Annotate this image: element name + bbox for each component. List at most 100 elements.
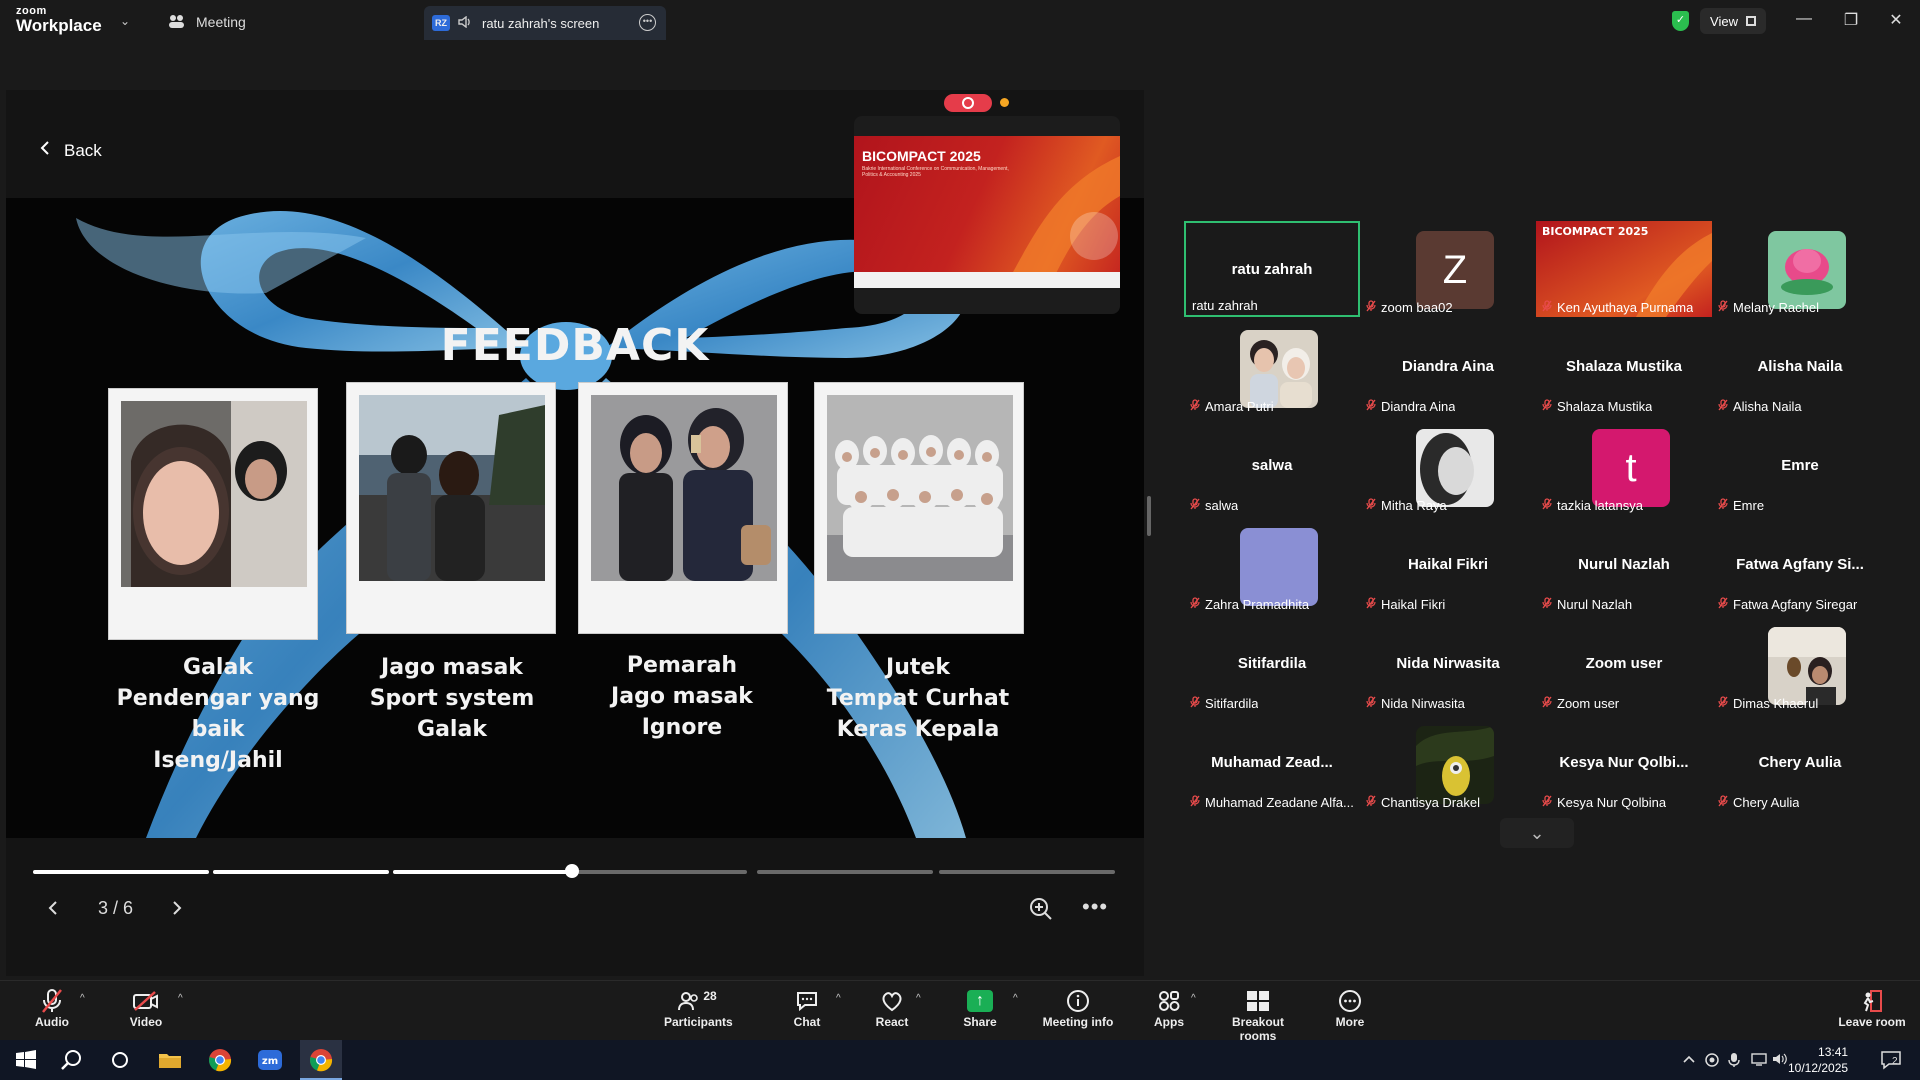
participant-tile[interactable]: Chery Aulia Chery Aulia	[1712, 716, 1888, 812]
participant-tile[interactable]: Dimas Khaerul	[1712, 617, 1888, 713]
view-label: View	[1710, 13, 1738, 29]
microphone-tray-icon[interactable]	[1728, 1052, 1740, 1071]
participant-video	[1416, 726, 1494, 804]
polaroid-photo-2	[346, 382, 556, 634]
participants-button[interactable]: 28 Participants	[664, 987, 733, 1029]
participant-tile[interactable]: Sitifardila Sitifardila	[1184, 617, 1360, 713]
zoom-app-icon[interactable]: zm	[256, 1046, 284, 1074]
network-tray-icon[interactable]	[1750, 1052, 1768, 1069]
participant-name: Amara Putri	[1205, 399, 1274, 414]
participant-tile[interactable]: Alisha Naila Alisha Naila	[1712, 320, 1888, 416]
zoom-in-icon[interactable]	[1028, 896, 1054, 922]
mic-muted-icon	[1542, 300, 1552, 315]
mic-muted-icon	[1542, 696, 1552, 711]
encryption-shield-icon[interactable]: ✓	[1672, 11, 1689, 31]
notification-center-icon[interactable]: 2	[1880, 1050, 1902, 1073]
participant-tile[interactable]: Diandra Aina Diandra Aina	[1360, 320, 1536, 416]
minimize-icon[interactable]: —	[1789, 10, 1819, 28]
previous-page-button[interactable]	[48, 900, 58, 921]
apps-options-caret-icon[interactable]: ^	[1191, 993, 1196, 1004]
share-button[interactable]: ↑ Share	[962, 987, 998, 1029]
participant-tile[interactable]: Nurul Nazlah Nurul Nazlah	[1536, 518, 1712, 614]
more-button[interactable]: More	[1334, 987, 1366, 1029]
participant-tile[interactable]: Kesya Nur Qolbi... Kesya Nur Qolbina	[1536, 716, 1712, 812]
back-button[interactable]: Back	[40, 140, 102, 161]
system-clock[interactable]: 13:41 10/12/2025	[1788, 1044, 1848, 1076]
participant-name: Haikal Fikri	[1381, 597, 1446, 612]
mic-muted-icon	[1366, 795, 1376, 810]
participant-tile[interactable]: Melany Rachel	[1712, 221, 1888, 317]
search-icon[interactable]	[58, 1046, 86, 1074]
participant-tile[interactable]: Haikal Fikri Haikal Fikri	[1360, 518, 1536, 614]
participant-tile[interactable]: Amara Putri	[1184, 320, 1360, 416]
next-page-button[interactable]	[172, 900, 182, 921]
windows-start-icon[interactable]	[12, 1046, 40, 1074]
photo-group	[827, 395, 1013, 581]
video-options-caret-icon[interactable]: ^	[178, 993, 183, 1004]
progress-knob[interactable]	[565, 864, 579, 878]
participants-label: Participants	[664, 1015, 733, 1029]
audio-options-caret-icon[interactable]: ^	[80, 993, 85, 1004]
participant-tile[interactable]: Chantisya Drakel	[1360, 716, 1536, 812]
react-button[interactable]: React	[874, 987, 910, 1029]
file-explorer-icon[interactable]	[156, 1046, 184, 1074]
recording-indicator-icon	[944, 94, 992, 112]
participant-tile[interactable]: Muhamad Zead... Muhamad Zeadane Alfa...	[1184, 716, 1360, 812]
participant-tile[interactable]: salwa salwa	[1184, 419, 1360, 515]
more-options-icon[interactable]: •••	[639, 14, 656, 31]
share-options-caret-icon[interactable]: ^	[1013, 993, 1018, 1004]
participant-name-label: Emre	[1718, 498, 1764, 513]
tab-meeting[interactable]: Meeting	[168, 8, 246, 36]
zoom-workplace-logo[interactable]: zoom Workplace	[16, 6, 102, 35]
participant-tile[interactable]: Nida Nirwasita Nida Nirwasita	[1360, 617, 1536, 713]
record-tray-icon[interactable]	[1704, 1052, 1720, 1071]
task-view-icon[interactable]	[106, 1046, 134, 1074]
participant-tile[interactable]: Fatwa Agfany Si... Fatwa Agfany Siregar	[1712, 518, 1888, 614]
participant-tile[interactable]: Mitha Raya	[1360, 419, 1536, 515]
volume-tray-icon[interactable]	[1772, 1052, 1788, 1069]
breakout-rooms-button[interactable]: Breakout rooms	[1214, 987, 1302, 1043]
participant-video	[1768, 627, 1846, 705]
participant-tile[interactable]: ratu zahrah ratu zahrah	[1184, 221, 1360, 317]
participant-tile[interactable]: t tazkia latansya	[1536, 419, 1712, 515]
chevron-down-icon[interactable]: ⌄	[120, 14, 130, 28]
panel-resize-handle[interactable]	[1147, 496, 1151, 536]
chevron-down-icon[interactable]: ⌄	[1500, 818, 1574, 848]
participant-name-label: Sitifardila	[1190, 696, 1258, 711]
participant-tile[interactable]: Shalaza Mustika Shalaza Mustika	[1536, 320, 1712, 416]
caption-4-line-1: Jutek	[886, 655, 950, 680]
status-dot	[1000, 98, 1009, 107]
mic-muted-icon	[1190, 597, 1200, 612]
slide-progress-bar[interactable]	[33, 864, 1115, 878]
progress-segment-1	[33, 870, 209, 874]
chevron-left-icon	[40, 140, 50, 161]
more-horizontal-icon[interactable]: •••	[1082, 894, 1108, 920]
apps-button[interactable]: Apps	[1152, 987, 1186, 1029]
tray-chevron-up-icon[interactable]	[1682, 1052, 1696, 1067]
view-button[interactable]: View	[1700, 8, 1766, 34]
chat-button[interactable]: Chat	[790, 987, 824, 1029]
avatar: t	[1592, 429, 1670, 507]
audio-button[interactable]: Audio	[30, 987, 74, 1029]
leave-room-button[interactable]: Leave room	[1836, 987, 1908, 1029]
participant-name: salwa	[1205, 498, 1239, 513]
meeting-info-button[interactable]: Meeting info	[1042, 987, 1114, 1029]
chat-options-caret-icon[interactable]: ^	[836, 993, 841, 1004]
participant-tile[interactable]: Zahra Pramadhita	[1184, 518, 1360, 614]
video-button[interactable]: Video	[124, 987, 168, 1029]
participant-tile[interactable]: BICOMPACT 2025 Ken Ayuthaya Purnama	[1536, 221, 1712, 317]
active-chrome-task[interactable]	[300, 1040, 342, 1080]
react-options-caret-icon[interactable]: ^	[916, 993, 921, 1004]
audio-label: Audio	[35, 1015, 69, 1029]
participant-name-label: Fatwa Agfany Siregar	[1718, 597, 1857, 612]
close-icon[interactable]: ✕	[1881, 10, 1911, 30]
tab-shared-screen[interactable]: RZ ratu zahrah's screen •••	[424, 6, 666, 40]
restore-icon[interactable]: ❐	[1836, 10, 1866, 30]
participant-tile[interactable]: Zzoom baa02	[1360, 221, 1536, 317]
participant-name: Chery Aulia	[1733, 795, 1800, 810]
chrome-icon[interactable]	[206, 1046, 234, 1074]
caption-2: Jago masak Sport system Galak	[322, 652, 582, 745]
participant-tile[interactable]: Emre Emre	[1712, 419, 1888, 515]
participant-tile[interactable]: Zoom user Zoom user	[1536, 617, 1712, 713]
picture-in-picture-video[interactable]: BICOMPACT 2025 Bakrie International Conf…	[854, 116, 1120, 314]
